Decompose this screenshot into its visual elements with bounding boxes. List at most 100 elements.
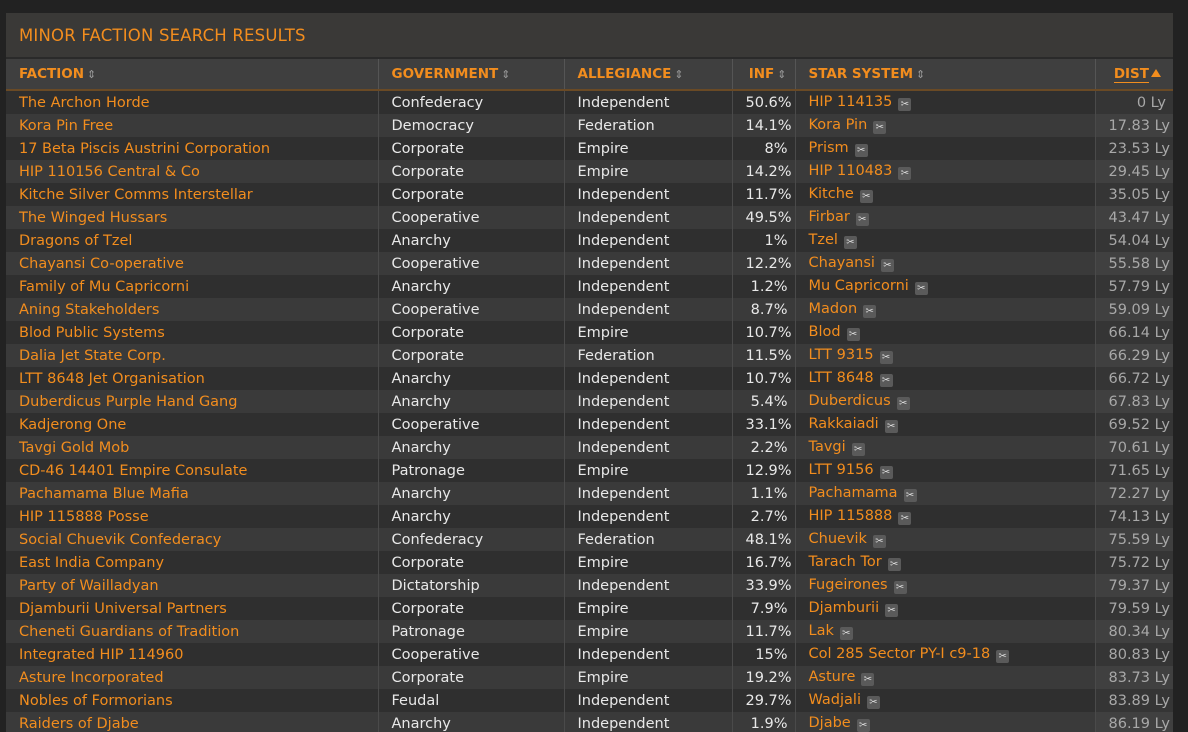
column-header-inf[interactable]: INF ⇕ bbox=[732, 59, 796, 91]
government-cell: Corporate bbox=[378, 666, 565, 689]
star-system-link[interactable]: Djamburii bbox=[809, 600, 880, 616]
allegiance-cell: Independent bbox=[564, 689, 733, 712]
table-row: Kadjerong One Cooperative Independent 33.1%… bbox=[6, 413, 1173, 436]
faction-link[interactable]: CD-46 14401 Empire Consulate bbox=[19, 463, 247, 479]
faction-link[interactable]: East India Company bbox=[19, 555, 164, 571]
column-header-dist[interactable]: DIST bbox=[1095, 59, 1173, 91]
star-system-link[interactable]: LTT 9315 bbox=[809, 347, 874, 363]
star-system-link[interactable]: LTT 9156 bbox=[809, 462, 874, 478]
scissors-copy-icon[interactable]: ✂ bbox=[914, 282, 928, 295]
scissors-copy-icon[interactable]: ✂ bbox=[898, 98, 912, 111]
faction-link[interactable]: Kora Pin Free bbox=[19, 118, 113, 134]
scissors-copy-icon[interactable]: ✂ bbox=[873, 121, 887, 134]
scissors-copy-icon[interactable]: ✂ bbox=[855, 213, 869, 226]
star-system-link[interactable]: Duberdicus bbox=[809, 393, 891, 409]
star-system-link[interactable]: Prism bbox=[809, 140, 849, 156]
allegiance-cell: Federation bbox=[564, 528, 733, 551]
star-system-link[interactable]: Djabe bbox=[809, 715, 851, 731]
star-system-link[interactable]: Pachamama bbox=[809, 485, 898, 501]
scissors-copy-icon[interactable]: ✂ bbox=[898, 167, 912, 180]
scissors-copy-icon[interactable]: ✂ bbox=[884, 420, 898, 433]
faction-link[interactable]: Djamburii Universal Partners bbox=[19, 601, 227, 617]
faction-link[interactable]: Dalia Jet State Corp. bbox=[19, 348, 166, 364]
star-system-link[interactable]: Rakkaiadi bbox=[809, 416, 879, 432]
faction-link[interactable]: Integrated HIP 114960 bbox=[19, 647, 183, 663]
star-system-link[interactable]: Col 285 Sector PY-I c9-18 bbox=[809, 646, 991, 662]
scissors-copy-icon[interactable]: ✂ bbox=[856, 719, 870, 732]
star-system-link[interactable]: Mu Capricorni bbox=[809, 278, 909, 294]
column-header-star-system[interactable]: STAR SYSTEM ⇕ bbox=[795, 59, 1096, 91]
scissors-copy-icon[interactable]: ✂ bbox=[861, 673, 875, 686]
faction-link[interactable]: Kitche Silver Comms Interstellar bbox=[19, 187, 253, 203]
star-system-link[interactable]: Firbar bbox=[809, 209, 850, 225]
influence-cell: 19.2% bbox=[732, 666, 796, 689]
faction-link[interactable]: Dragons of Tzel bbox=[19, 233, 132, 249]
table-row: HIP 115888 Posse Anarchy Independent 2.7% HI… bbox=[6, 505, 1173, 528]
faction-link[interactable]: Aning Stakeholders bbox=[19, 302, 159, 318]
star-system-link[interactable]: Tavgi bbox=[809, 439, 846, 455]
scissors-copy-icon[interactable]: ✂ bbox=[880, 259, 894, 272]
star-system-link[interactable]: Kora Pin bbox=[809, 117, 868, 133]
faction-link[interactable]: Tavgi Gold Mob bbox=[19, 440, 129, 456]
faction-link[interactable]: The Archon Horde bbox=[19, 95, 150, 111]
faction-link[interactable]: Social Chuevik Confederacy bbox=[19, 532, 221, 548]
faction-link[interactable]: Asture Incorporated bbox=[19, 670, 164, 686]
star-system-link[interactable]: Chuevik bbox=[809, 531, 867, 547]
scissors-copy-icon[interactable]: ✂ bbox=[854, 144, 868, 157]
star-system-link[interactable]: Wadjali bbox=[809, 692, 861, 708]
faction-link[interactable]: HIP 115888 Posse bbox=[19, 509, 149, 525]
star-system-link[interactable]: Chayansi bbox=[809, 255, 875, 271]
faction-link[interactable]: Chayansi Co-operative bbox=[19, 256, 184, 272]
scissors-copy-icon[interactable]: ✂ bbox=[839, 627, 853, 640]
star-system-link[interactable]: Blod bbox=[809, 324, 841, 340]
star-system-link[interactable]: HIP 110483 bbox=[809, 163, 893, 179]
table-row: Chayansi Co-operative Cooperative Independ… bbox=[6, 252, 1173, 275]
scissors-copy-icon[interactable]: ✂ bbox=[896, 397, 910, 410]
faction-link[interactable]: Kadjerong One bbox=[19, 417, 126, 433]
star-system-link[interactable]: Madon bbox=[809, 301, 858, 317]
government-cell: Anarchy bbox=[378, 712, 565, 732]
table-row: Dalia Jet State Corp. Corporate Federation… bbox=[6, 344, 1173, 367]
faction-link[interactable]: Pachamama Blue Mafia bbox=[19, 486, 189, 502]
scissors-copy-icon[interactable]: ✂ bbox=[996, 650, 1010, 663]
scissors-copy-icon[interactable]: ✂ bbox=[898, 512, 912, 525]
scissors-copy-icon[interactable]: ✂ bbox=[879, 374, 893, 387]
star-system-link[interactable]: HIP 115888 bbox=[809, 508, 893, 524]
star-system-link[interactable]: Lak bbox=[809, 623, 834, 639]
faction-link[interactable]: HIP 110156 Central & Co bbox=[19, 164, 200, 180]
faction-link[interactable]: LTT 8648 Jet Organisation bbox=[19, 371, 205, 387]
scissors-copy-icon[interactable]: ✂ bbox=[843, 236, 857, 249]
faction-link[interactable]: Blod Public Systems bbox=[19, 325, 165, 341]
faction-link[interactable]: Family of Mu Capricorni bbox=[19, 279, 189, 295]
star-system-link[interactable]: Tarach Tor bbox=[809, 554, 882, 570]
faction-link[interactable]: 17 Beta Piscis Austrini Corporation bbox=[19, 141, 270, 157]
scissors-copy-icon[interactable]: ✂ bbox=[903, 489, 917, 502]
star-system-link[interactable]: HIP 114135 bbox=[809, 94, 893, 110]
star-system-link[interactable]: Kitche bbox=[809, 186, 854, 202]
column-header-allegiance[interactable]: ALLEGIANCE ⇕ bbox=[564, 59, 733, 91]
column-header-government[interactable]: GOVERNMENT ⇕ bbox=[378, 59, 565, 91]
scissors-copy-icon[interactable]: ✂ bbox=[872, 535, 886, 548]
star-system-link[interactable]: Fugeirones bbox=[809, 577, 888, 593]
star-system-link[interactable]: Tzel bbox=[809, 232, 838, 248]
star-system-link[interactable]: LTT 8648 bbox=[809, 370, 874, 386]
faction-link[interactable]: The Winged Hussars bbox=[19, 210, 167, 226]
scissors-copy-icon[interactable]: ✂ bbox=[887, 558, 901, 571]
scissors-copy-icon[interactable]: ✂ bbox=[851, 443, 865, 456]
scissors-copy-icon[interactable]: ✂ bbox=[859, 190, 873, 203]
faction-link[interactable]: Cheneti Guardians of Tradition bbox=[19, 624, 239, 640]
faction-link[interactable]: Duberdicus Purple Hand Gang bbox=[19, 394, 237, 410]
scissors-copy-icon[interactable]: ✂ bbox=[866, 696, 880, 709]
scissors-copy-icon[interactable]: ✂ bbox=[885, 604, 899, 617]
scissors-copy-icon[interactable]: ✂ bbox=[879, 351, 893, 364]
faction-link[interactable]: Party of Wailladyan bbox=[19, 578, 159, 594]
faction-link[interactable]: Nobles of Formorians bbox=[19, 693, 173, 709]
scissors-copy-icon[interactable]: ✂ bbox=[893, 581, 907, 594]
faction-cell: Aning Stakeholders bbox=[6, 298, 379, 321]
scissors-copy-icon[interactable]: ✂ bbox=[879, 466, 893, 479]
scissors-copy-icon[interactable]: ✂ bbox=[846, 328, 860, 341]
star-system-link[interactable]: Asture bbox=[809, 669, 856, 685]
scissors-copy-icon[interactable]: ✂ bbox=[863, 305, 877, 318]
faction-link[interactable]: Raiders of Djabe bbox=[19, 716, 139, 732]
column-header-faction[interactable]: FACTION ⇕ bbox=[6, 59, 379, 91]
